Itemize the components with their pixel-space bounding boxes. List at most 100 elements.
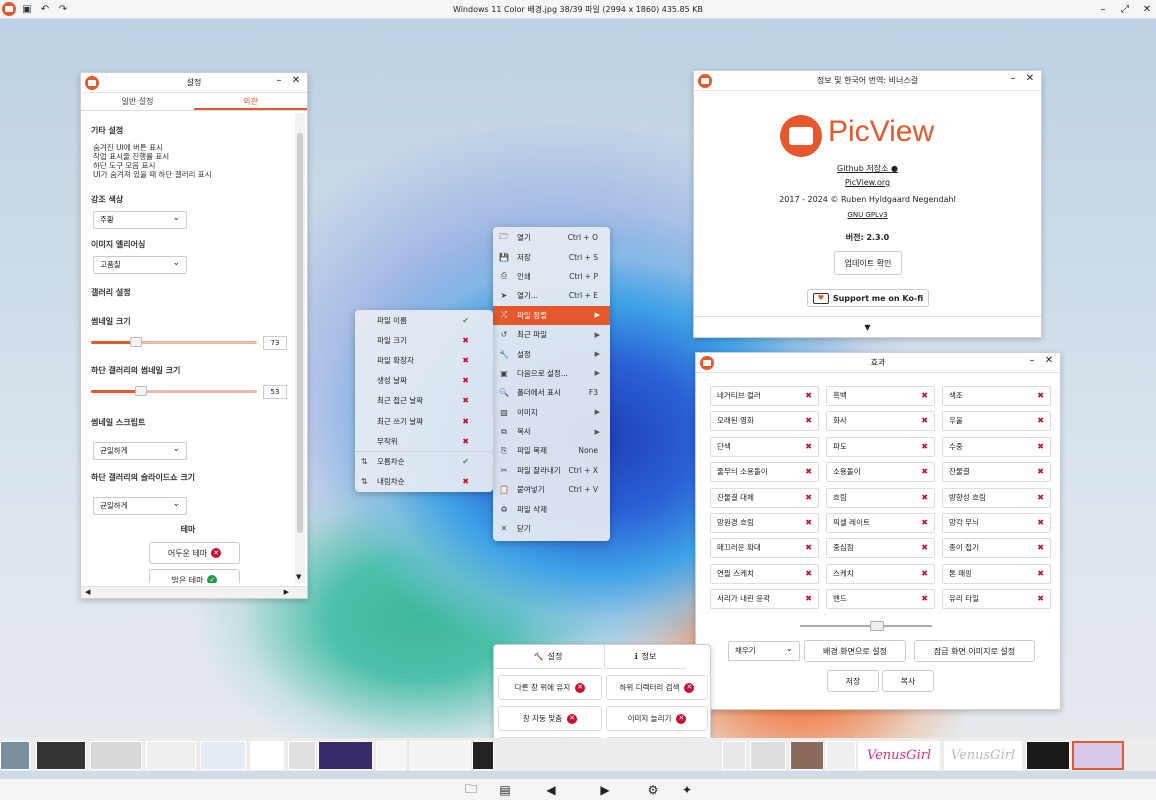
slider-thumb[interactable] (869, 621, 884, 631)
context-menu-item[interactable]: ✂ 파일 잘라내기 Ctrl + X (493, 461, 610, 480)
close-icon[interactable]: ✕ (1138, 0, 1156, 18)
license-link[interactable]: GNU GPLv3 (694, 211, 1041, 219)
effect-toggle[interactable]: 소용돌이 ✖ (826, 462, 935, 483)
effect-toggle[interactable]: 종이 접기 ✖ (942, 538, 1051, 559)
set-lockscreen-button[interactable]: 잠금 화면 이미지로 설정 (914, 640, 1035, 662)
effect-toggle[interactable]: 화사 ✖ (826, 411, 935, 432)
scrollbar-thumb[interactable] (297, 133, 303, 533)
gallery-thumbnail[interactable] (36, 741, 86, 770)
effect-toggle[interactable]: 흐림 ✖ (826, 487, 935, 508)
collapse-icon[interactable]: ▼ (694, 323, 1041, 332)
context-menu-item[interactable]: ↺ 최근 파일 ▶ (493, 325, 610, 344)
sort-option[interactable]: ⇅ 오름차순 ✔ (355, 451, 493, 471)
misc-item[interactable]: UI가 숨겨져 있을 때 하단 갤러리 표시 (93, 169, 212, 180)
gallery-toggle-icon[interactable]: ▤ (492, 781, 518, 799)
script-select[interactable]: 균일하게 (93, 441, 187, 460)
quick-toggle-button[interactable]: 이미지 늘리기 ✕ (606, 706, 708, 731)
effect-toggle[interactable]: 스케치 ✖ (826, 563, 935, 584)
context-menu-item[interactable]: ▣ 다음으로 설정... ▶ (493, 364, 610, 383)
dark-theme-button[interactable]: 어두운 테마 ✕ (149, 542, 240, 564)
close-icon[interactable]: ✕ (288, 75, 304, 86)
kofi-button[interactable]: ♥ Support me on Ko-fi (807, 289, 929, 307)
scroll-down-icon[interactable]: ▼ (296, 573, 301, 581)
effect-toggle[interactable]: 매끄러운 확대 ✖ (710, 538, 819, 559)
effect-toggle[interactable]: 오래된 영화 ✖ (710, 411, 819, 432)
sort-option[interactable]: 파일 확장자 ✖ (355, 350, 493, 370)
thumb-size-value[interactable]: 73 (263, 336, 287, 350)
gallery-thumbnail[interactable]: VenusGirl (858, 741, 940, 770)
check-update-button[interactable]: 업데이트 확인 (834, 251, 902, 275)
context-menu-item[interactable]: ➤ 열기... Ctrl + E (493, 286, 610, 305)
context-menu-item[interactable]: ✕ 닫기 (493, 519, 610, 538)
gallery-thumbnail[interactable] (318, 741, 373, 770)
context-menu-item[interactable]: ▨ 이미지 ▶ (493, 403, 610, 422)
gallery-thumbnail[interactable] (410, 741, 470, 770)
context-menu-item[interactable]: ⤮ 파일 정렬 ▶ (493, 305, 610, 325)
fill-select[interactable]: 채우기 (728, 640, 800, 661)
tab-appearance[interactable]: 외관 (194, 93, 307, 110)
sort-option[interactable]: ⇅ 내림차순 ✖ (355, 472, 493, 492)
context-menu-item[interactable]: 🔍 폴더에서 표시 F3 (493, 383, 610, 402)
gallery-icon[interactable]: ▣ (18, 0, 36, 18)
effect-toggle[interactable]: 네거티브 컬러 ✖ (710, 386, 819, 406)
copy-button[interactable]: 복사 (882, 670, 934, 692)
effects-wand-icon[interactable]: ✦ (674, 781, 700, 799)
github-link[interactable]: Github 저장소 ● (694, 163, 1041, 174)
gallery-thumbnail[interactable] (376, 741, 406, 770)
effect-toggle[interactable]: 밴드 ✖ (826, 589, 935, 610)
effect-toggle[interactable]: 방향성 흐림 ✖ (942, 487, 1051, 508)
gallery-thumbnail[interactable] (288, 741, 316, 770)
quick-toggle-button[interactable]: 하위 디렉터리 검색 ✕ (606, 675, 708, 700)
gallery-thumbnail[interactable] (750, 741, 786, 770)
thumb-size-slider[interactable] (91, 337, 257, 347)
effect-toggle[interactable]: 중심점 ✖ (826, 538, 935, 559)
scroll-left-icon[interactable]: ◀ (85, 588, 90, 596)
redo-icon[interactable]: ↷ (54, 0, 72, 18)
context-menu-item[interactable]: ⧉ 복사 ▶ (493, 422, 610, 441)
quick-tab-settings[interactable]: 🔨 설정 (494, 645, 602, 669)
quick-tab-info[interactable]: ℹ 정보 (604, 645, 686, 669)
effect-toggle[interactable]: 연필 스케치 ✖ (710, 563, 819, 584)
vertical-scrollbar[interactable]: ▼ (295, 113, 305, 583)
set-wallpaper-button[interactable]: 배경 화면으로 설정 (804, 640, 906, 662)
gallery-thumbnail[interactable] (146, 741, 196, 770)
accent-select[interactable]: 주황 (93, 210, 187, 229)
effect-toggle[interactable]: 잔물결 대체 ✖ (710, 487, 819, 508)
fullscreen-icon[interactable]: ⤢ (1116, 0, 1134, 18)
gallery-thumbnail[interactable] (90, 741, 142, 770)
effect-toggle[interactable]: 색조 ✖ (942, 386, 1051, 406)
slideshow-select[interactable]: 균일하게 (93, 496, 187, 515)
effect-toggle[interactable]: 잔물결 ✖ (942, 462, 1051, 483)
light-theme-button[interactable]: 밝은 테마 ✓ (149, 569, 240, 583)
next-icon[interactable]: ▶ (592, 781, 618, 799)
effect-toggle[interactable]: 수중 ✖ (942, 436, 1051, 457)
effect-toggle[interactable]: 흑백 ✖ (826, 386, 935, 406)
context-menu-item[interactable]: 📋 붙여넣기 Ctrl + V (493, 480, 610, 499)
sort-option[interactable]: 최근 접근 날짜 ✖ (355, 391, 493, 411)
gallery-thumbnail[interactable]: VenusGirl (944, 741, 1022, 770)
undo-icon[interactable]: ↶ (36, 0, 54, 18)
gallery-thumbnail[interactable] (722, 741, 746, 770)
effect-toggle[interactable]: 우울 ✖ (942, 411, 1051, 432)
gallery-thumbnail[interactable] (472, 741, 494, 770)
gallery-thumbnail[interactable] (790, 741, 824, 770)
tab-general[interactable]: 일반 설정 (81, 93, 194, 110)
gallery-thumbnail[interactable] (1072, 741, 1124, 770)
horizontal-scrollbar[interactable]: ◀ ▶ (81, 586, 307, 598)
minimize-icon[interactable]: – (271, 75, 287, 86)
sort-option[interactable]: 최근 쓰기 날짜 ✖ (355, 411, 493, 431)
effect-toggle[interactable]: 망각 무늬 ✖ (942, 513, 1051, 533)
sort-option[interactable]: 생성 날짜 ✖ (355, 371, 493, 391)
app-logo-icon[interactable] (0, 0, 18, 18)
effect-toggle[interactable]: 픽셀 레이트 ✖ (826, 513, 935, 533)
context-menu-item[interactable]: 💾 저장 Ctrl + S (493, 247, 610, 266)
sort-option[interactable]: 파일 크기 ✖ (355, 330, 493, 350)
effect-toggle[interactable]: 파도 ✖ (826, 436, 935, 457)
open-folder-icon[interactable]: 🗀 (458, 781, 484, 799)
effect-toggle[interactable]: 서리가 내린 윤곽 ✖ (710, 589, 819, 610)
quick-toggle-button[interactable]: 다른 창 위에 유지 ✕ (498, 675, 602, 700)
sort-option[interactable]: 무작위 ✖ (355, 431, 493, 451)
context-menu-item[interactable]: ⎘ 파일 복제 None (493, 441, 610, 460)
close-icon[interactable]: ✕ (1022, 73, 1038, 84)
bottom-thumb-slider[interactable] (91, 386, 257, 396)
